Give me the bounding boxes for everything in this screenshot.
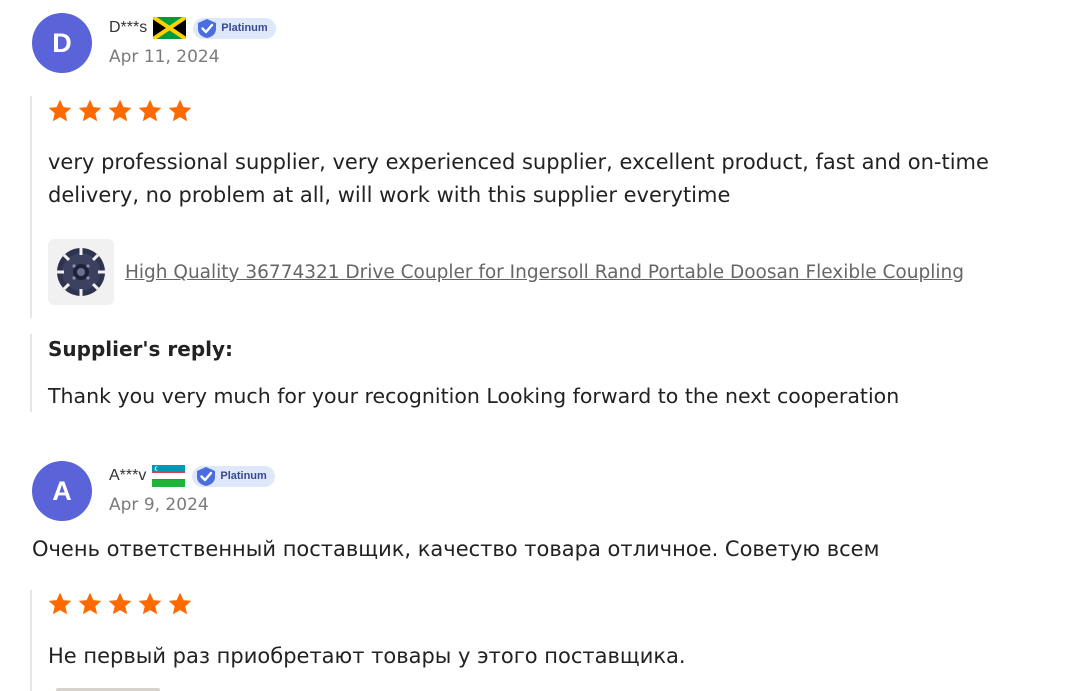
star-icon [108,592,132,615]
star-icon [78,592,102,615]
reviewer-name: A***v [109,467,147,484]
review-text: Не первый раз приобретают товары у этого… [48,644,686,668]
review-body-divider [30,590,32,691]
verified-shield-icon [197,466,216,486]
star-rating [47,591,193,617]
badge-label: Platinum [220,470,267,482]
review-summary: Очень ответственный поставщик, качество … [32,537,880,561]
avatar: A [32,461,92,521]
star-icon [48,592,72,615]
star-icon [168,592,192,615]
review-date: Apr 9, 2024 [109,495,209,515]
uzbekistan-flag-icon [152,465,186,487]
reviewer-info: A***v Platinum [109,463,275,489]
star-icon [138,592,162,615]
review-card: A A***v Platinum Apr 9, 2024 Очень ответ… [0,0,1084,691]
platinum-badge: Platinum [192,465,275,487]
